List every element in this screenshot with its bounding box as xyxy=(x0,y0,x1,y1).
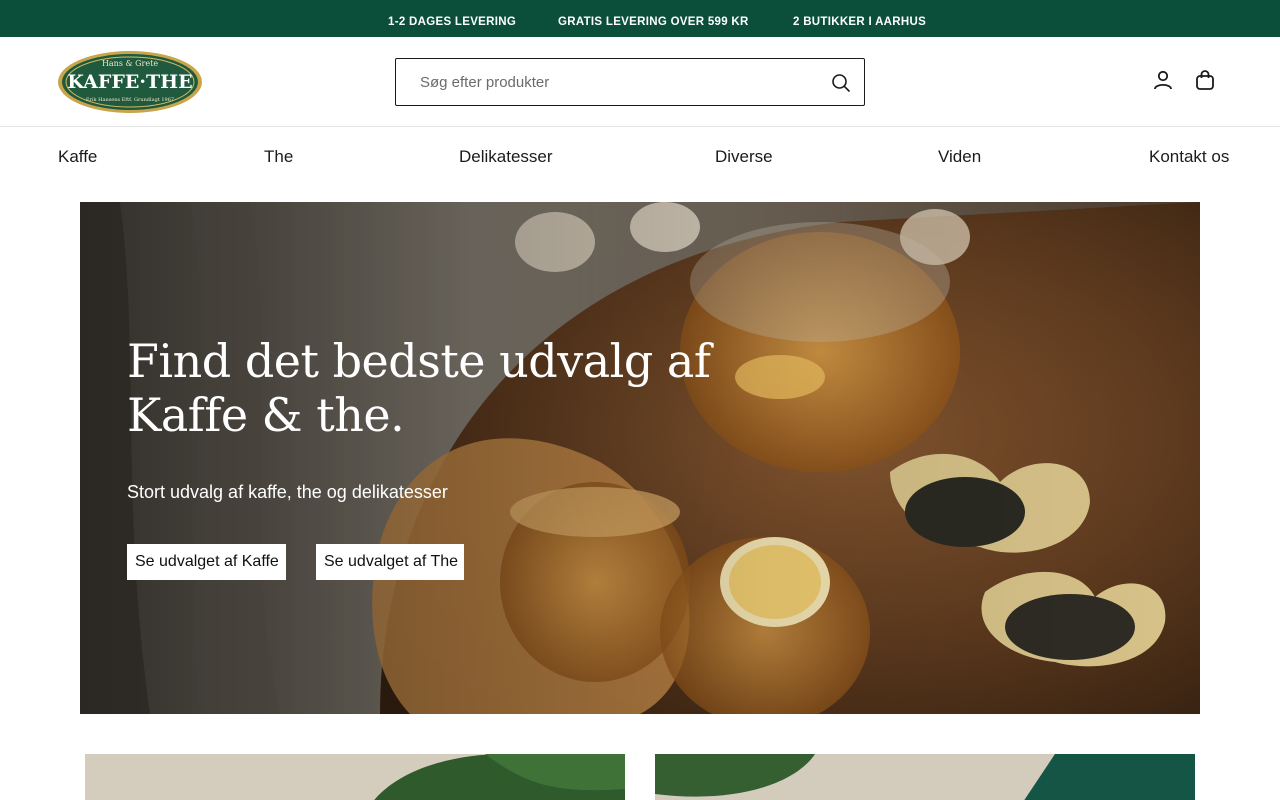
shop-tea-button[interactable]: Se udvalget af The xyxy=(316,544,464,580)
category-card-tea[interactable] xyxy=(655,754,1195,800)
nav-item-kontakt[interactable]: Kontakt os xyxy=(1149,147,1229,167)
hero-image xyxy=(80,202,1200,714)
announcement-bar: 1-2 DAGES LEVERING GRATIS LEVERING OVER … xyxy=(0,0,1280,37)
nav-item-diverse[interactable]: Diverse xyxy=(715,147,773,167)
nav-item-delikatesser[interactable]: Delikatesser xyxy=(459,147,553,167)
nav-item-viden[interactable]: Viden xyxy=(938,147,981,167)
nav-item-the[interactable]: The xyxy=(264,147,293,167)
announcement-delivery: 1-2 DAGES LEVERING xyxy=(388,16,517,28)
cart-icon[interactable] xyxy=(1193,68,1217,92)
hero-subheading: Stort udvalg af kaffe, the og delikatess… xyxy=(127,482,448,502)
announcement-free-shipping: GRATIS LEVERING OVER 599 KR xyxy=(558,16,749,28)
logo-top-text: Hans & Grete xyxy=(102,59,158,68)
category-card-coffee[interactable] xyxy=(85,754,625,800)
shop-coffee-button[interactable]: Se udvalget af Kaffe xyxy=(127,544,286,580)
site-header: Hans & Grete KAFFE·THE Erik Hansens Eftf… xyxy=(0,37,1280,127)
main-navigation: Kaffe The Delikatesser Diverse Viden Kon… xyxy=(0,127,1280,191)
logo[interactable]: Hans & Grete KAFFE·THE Erik Hansens Eftf… xyxy=(57,50,203,114)
hero-banner: Find det bedste udvalg af Kaffe & the. S… xyxy=(80,202,1200,714)
nav-item-kaffe[interactable]: Kaffe xyxy=(58,147,97,167)
logo-main-text: KAFFE·THE xyxy=(67,71,192,93)
announcement-stores: 2 BUTIKKER I AARHUS xyxy=(793,16,927,28)
search-bar xyxy=(395,58,865,106)
logo-bottom-text: Erik Hansens Eftf. Grundlagt 1967 xyxy=(86,97,174,103)
search-icon[interactable] xyxy=(830,72,852,94)
account-icon[interactable] xyxy=(1151,68,1175,92)
hero-heading: Find det bedste udvalg af Kaffe & the. xyxy=(127,334,711,442)
category-card-image xyxy=(655,754,1195,800)
category-card-image xyxy=(85,754,625,800)
search-input[interactable] xyxy=(420,59,820,105)
